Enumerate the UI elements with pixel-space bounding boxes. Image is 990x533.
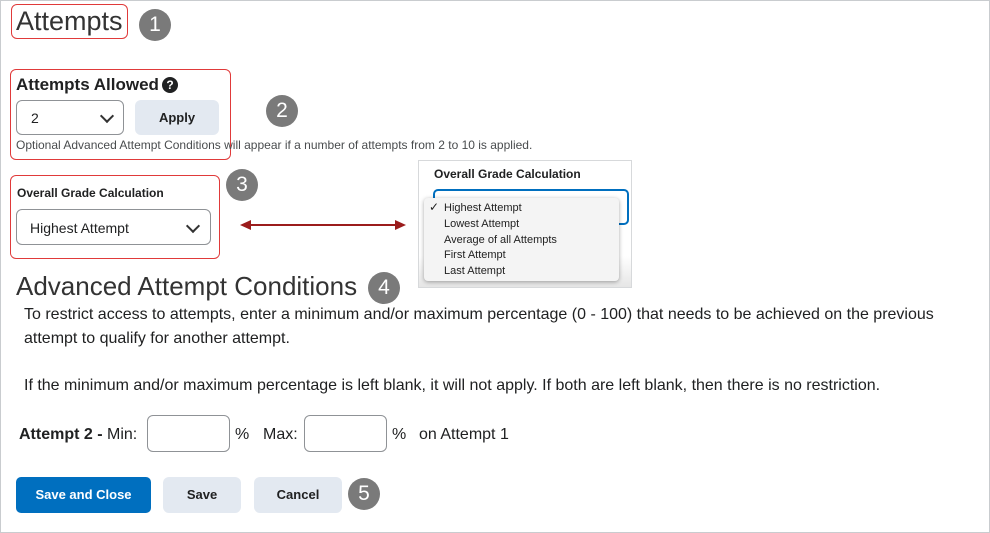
double-arrow-icon	[240, 220, 406, 230]
max-label: Max:	[263, 426, 298, 443]
chevron-down-icon	[99, 108, 115, 124]
grade-calc-value: Highest Attempt	[30, 220, 129, 236]
cancel-button[interactable]: Cancel	[254, 477, 342, 513]
advanced-conditions-description: To restrict access to attempts, enter a …	[24, 306, 934, 347]
advanced-conditions-title: Advanced Attempt Conditions	[16, 271, 358, 301]
dropdown-preview-label: Overall Grade Calculation	[434, 167, 581, 181]
apply-button[interactable]: Apply	[135, 100, 219, 135]
attempts-title: Attempts	[16, 6, 123, 36]
attempt-2-label: Attempt 2 - Min:	[19, 426, 137, 444]
on-attempt-label: on Attempt 1	[419, 426, 509, 443]
max-percent-sign: %	[392, 426, 407, 443]
check-icon: ✓	[429, 200, 440, 214]
save-button[interactable]: Save	[163, 477, 241, 513]
callout-badge-3: 3	[226, 169, 258, 201]
callout-badge-2: 2	[266, 95, 298, 127]
callout-badge-4: 4	[368, 272, 400, 304]
grade-calc-select[interactable]: Highest Attempt	[16, 209, 211, 245]
dropdown-option-lowest[interactable]: Lowest Attempt	[444, 218, 519, 230]
dropdown-options-panel: ✓ Highest Attempt Lowest Attempt Average…	[424, 198, 619, 281]
save-and-close-button[interactable]: Save and Close	[16, 477, 151, 513]
attempt-number-label: Attempt 2 -	[19, 426, 103, 443]
dropdown-option-first[interactable]: First Attempt	[444, 249, 506, 261]
min-percentage-input[interactable]	[147, 415, 230, 452]
max-percentage-input[interactable]	[304, 415, 387, 452]
attempts-allowed-select[interactable]: 2	[16, 100, 124, 135]
attempts-allowed-label: Attempts Allowed	[16, 75, 159, 94]
question-circle-icon[interactable]: ?	[162, 77, 178, 93]
dropdown-preview: Overall Grade Calculation ✓ Highest Atte…	[418, 160, 632, 288]
dropdown-option-highest[interactable]: Highest Attempt	[444, 202, 522, 214]
attempts-allowed-note: Optional Advanced Attempt Conditions wil…	[16, 138, 533, 152]
attempts-allowed-value: 2	[31, 110, 39, 126]
dropdown-option-last[interactable]: Last Attempt	[444, 265, 505, 277]
min-percent-sign: %	[235, 426, 250, 443]
advanced-conditions-blank-note: If the minimum and/or maximum percentage…	[24, 377, 881, 394]
grade-calc-label: Overall Grade Calculation	[17, 186, 164, 200]
dropdown-option-average[interactable]: Average of all Attempts	[444, 234, 557, 246]
min-label: Min:	[107, 426, 138, 443]
callout-badge-5: 5	[348, 478, 380, 510]
callout-badge-1: 1	[139, 9, 171, 41]
chevron-down-icon	[185, 218, 201, 234]
